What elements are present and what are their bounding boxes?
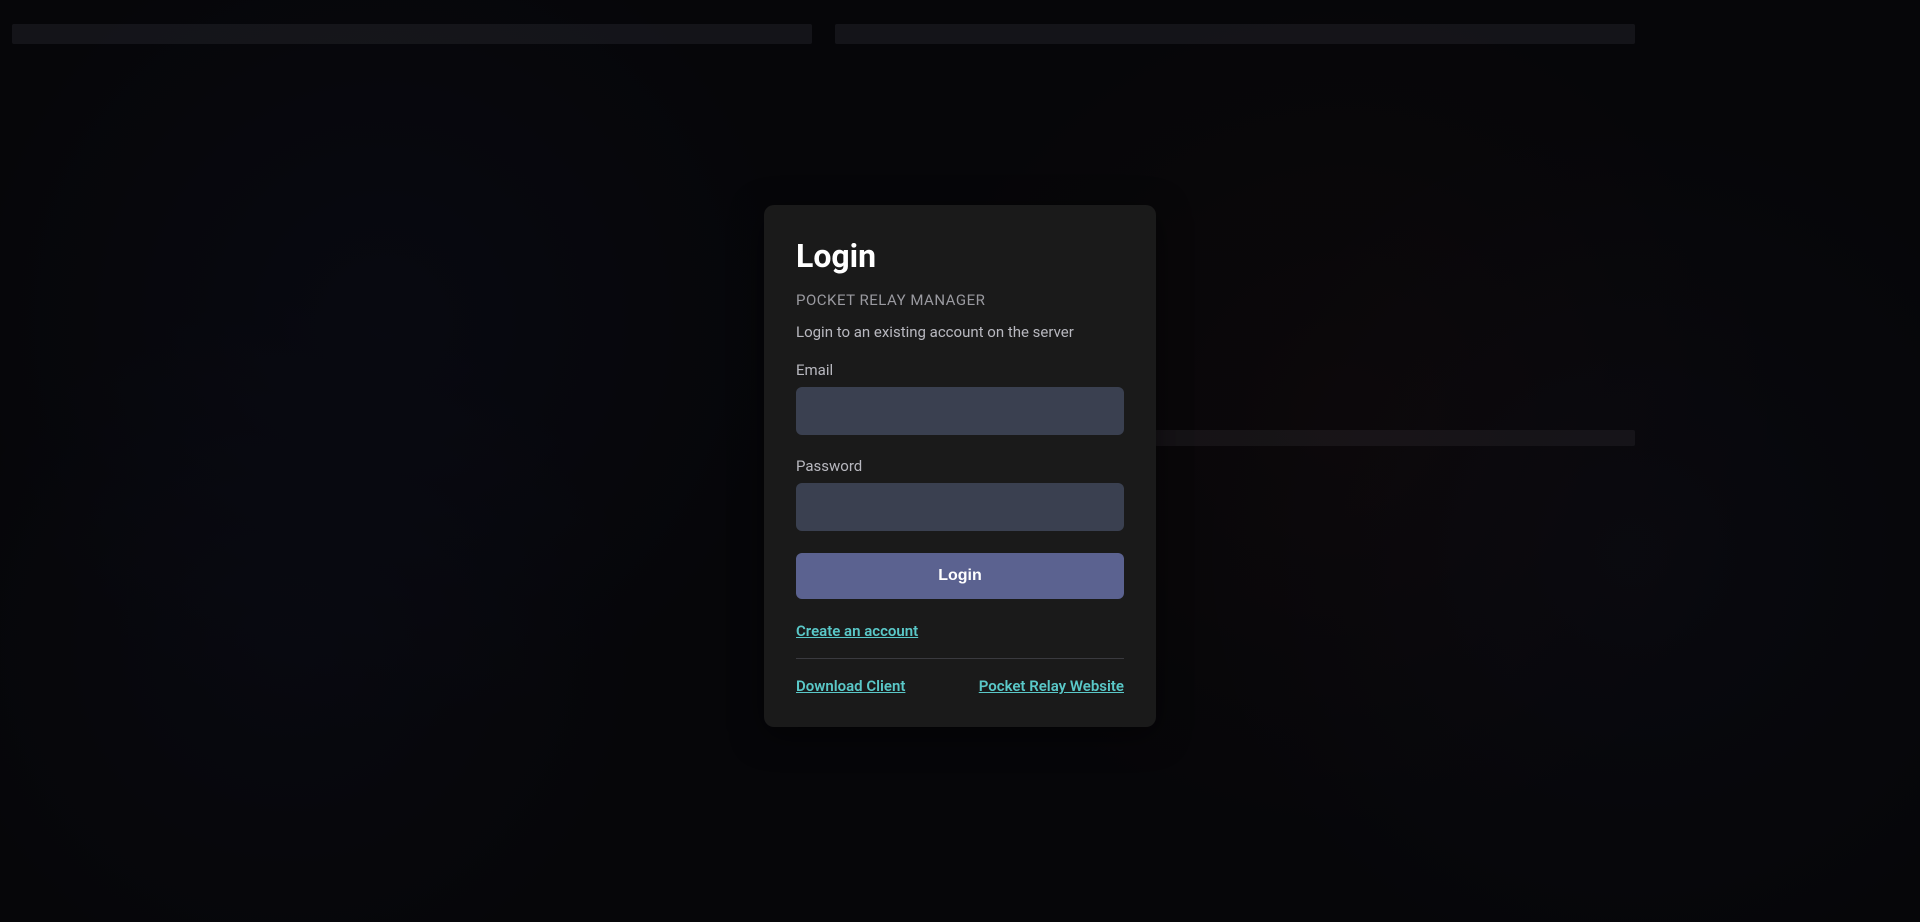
login-subtitle: POCKET RELAY MANAGER	[796, 291, 1124, 309]
create-account-link[interactable]: Create an account	[796, 622, 918, 640]
download-client-link[interactable]: Download Client	[796, 677, 905, 695]
login-title: Login	[796, 237, 1124, 275]
email-input[interactable]	[796, 387, 1124, 435]
login-button[interactable]: Login	[796, 553, 1124, 599]
login-card: Login POCKET RELAY MANAGER Login to an e…	[764, 205, 1156, 727]
email-label: Email	[796, 361, 1124, 379]
password-label: Password	[796, 457, 1124, 475]
footer-links: Download Client Pocket Relay Website	[796, 677, 1124, 695]
login-description: Login to an existing account on the serv…	[796, 323, 1124, 341]
divider	[796, 658, 1124, 659]
password-input[interactable]	[796, 483, 1124, 531]
website-link[interactable]: Pocket Relay Website	[979, 677, 1124, 695]
